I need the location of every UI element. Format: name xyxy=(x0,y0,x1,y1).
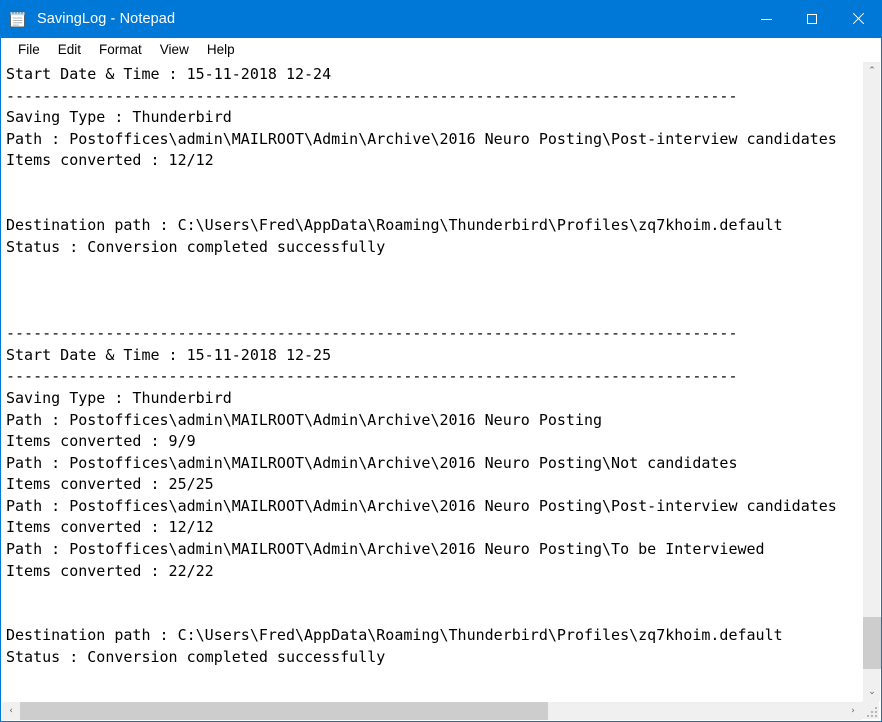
menu-bar: File Edit Format View Help xyxy=(1,38,881,62)
menu-item-help[interactable]: Help xyxy=(198,40,244,60)
title-bar[interactable]: SavingLog - Notepad xyxy=(1,0,881,38)
minimize-icon xyxy=(760,18,772,20)
window-title: SavingLog - Notepad xyxy=(37,11,176,27)
menu-item-format[interactable]: Format xyxy=(90,40,151,60)
resize-grip-icon[interactable] xyxy=(862,701,879,719)
scroll-up-icon[interactable]: ⌃ xyxy=(863,62,881,80)
maximize-icon xyxy=(807,14,817,24)
maximize-button[interactable] xyxy=(789,0,835,38)
menu-item-view[interactable]: View xyxy=(151,40,198,60)
horizontal-scrollbar[interactable]: ‹ › xyxy=(2,701,862,720)
log-content[interactable]: Start Date & Time : 15-11-2018 12-24 ---… xyxy=(2,62,862,669)
scroll-down-icon[interactable]: ⌄ xyxy=(863,683,881,701)
window-controls xyxy=(743,0,881,38)
notepad-window: SavingLog - Notepad File Edit Format Vie… xyxy=(0,0,882,722)
horizontal-scroll-thumb[interactable] xyxy=(20,702,548,720)
menu-item-file[interactable]: File xyxy=(9,40,49,60)
menu-item-edit[interactable]: Edit xyxy=(49,40,90,60)
scroll-left-icon[interactable]: ‹ xyxy=(2,702,20,720)
vertical-scrollbar[interactable]: ⌃ ⌄ xyxy=(862,62,881,701)
editor-region: Start Date & Time : 15-11-2018 12-24 ---… xyxy=(2,62,881,720)
scroll-right-icon[interactable]: › xyxy=(844,702,862,720)
notepad-icon xyxy=(8,9,28,29)
close-icon xyxy=(852,13,864,25)
vertical-scroll-thumb[interactable] xyxy=(863,617,881,669)
minimize-button[interactable] xyxy=(743,0,789,38)
close-button[interactable] xyxy=(835,0,881,38)
text-area[interactable]: Start Date & Time : 15-11-2018 12-24 ---… xyxy=(2,62,862,701)
